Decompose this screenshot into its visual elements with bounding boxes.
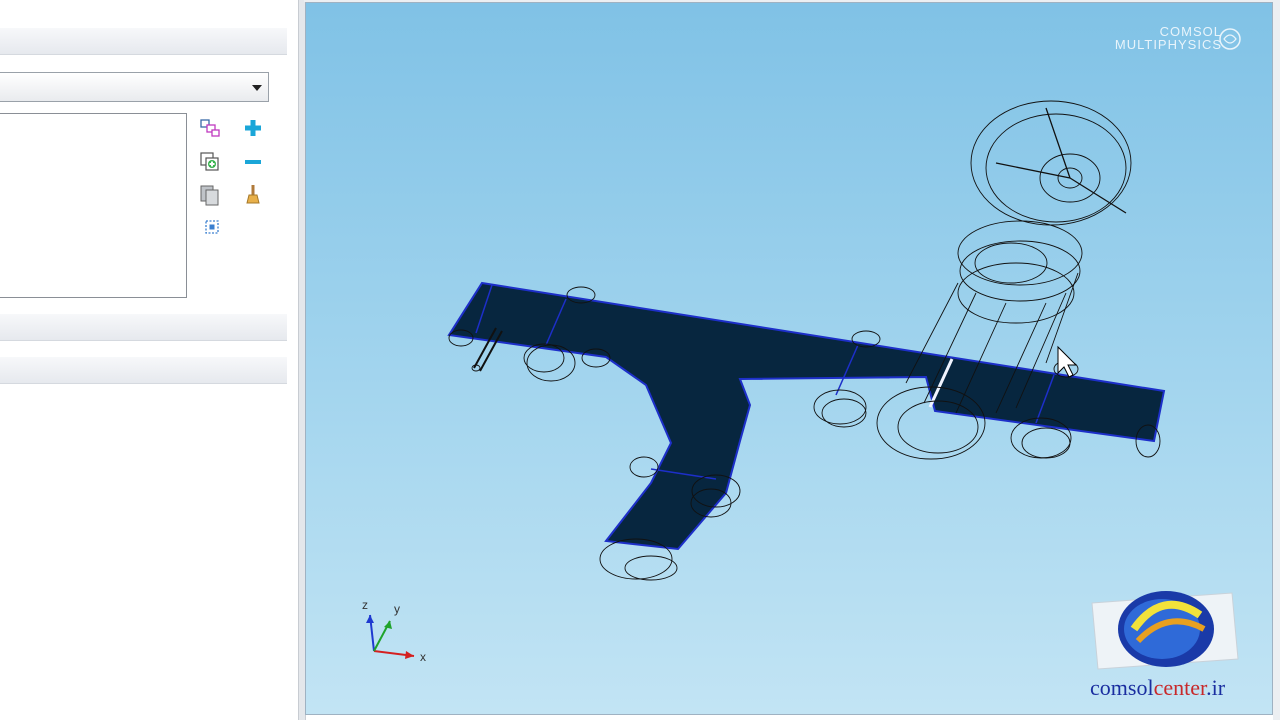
chevron-down-icon[interactable]: [252, 85, 262, 91]
watermark-text-b: center: [1153, 675, 1207, 700]
window-edge: [1273, 0, 1280, 720]
watermark-logo-icon: [1091, 591, 1239, 670]
watermark-text-a: comsol: [1090, 675, 1154, 700]
watermark-text: comsolcenter.ir: [1090, 675, 1225, 701]
select-objects-icon[interactable]: [198, 116, 222, 140]
settings-panel: [0, 0, 300, 720]
mouse-cursor-icon: [1057, 345, 1078, 378]
section-header[interactable]: [0, 314, 287, 341]
axis-z-label: z: [362, 598, 368, 612]
section-header[interactable]: [0, 357, 287, 384]
add-icon[interactable]: [241, 116, 265, 140]
selected-boundaries[interactable]: [447, 281, 1166, 551]
selection-dropdown[interactable]: [0, 72, 269, 102]
selection-list[interactable]: [0, 113, 187, 298]
axis-triad: z y x: [362, 598, 426, 663]
graphics-window[interactable]: COMSOL MULTIPHYSICS z y x comsolcenter.i…: [305, 2, 1273, 715]
remove-icon[interactable]: [241, 150, 265, 174]
add-selection-icon[interactable]: [198, 150, 222, 174]
zoom-selection-icon[interactable]: [200, 215, 224, 239]
section-header[interactable]: [0, 28, 287, 55]
clear-brush-icon[interactable]: [241, 183, 265, 207]
watermark-text-c: .ir: [1206, 675, 1226, 700]
axis-y-label: y: [394, 602, 400, 616]
axis-x-label: x: [420, 650, 426, 663]
copy-icon[interactable]: [198, 183, 222, 207]
